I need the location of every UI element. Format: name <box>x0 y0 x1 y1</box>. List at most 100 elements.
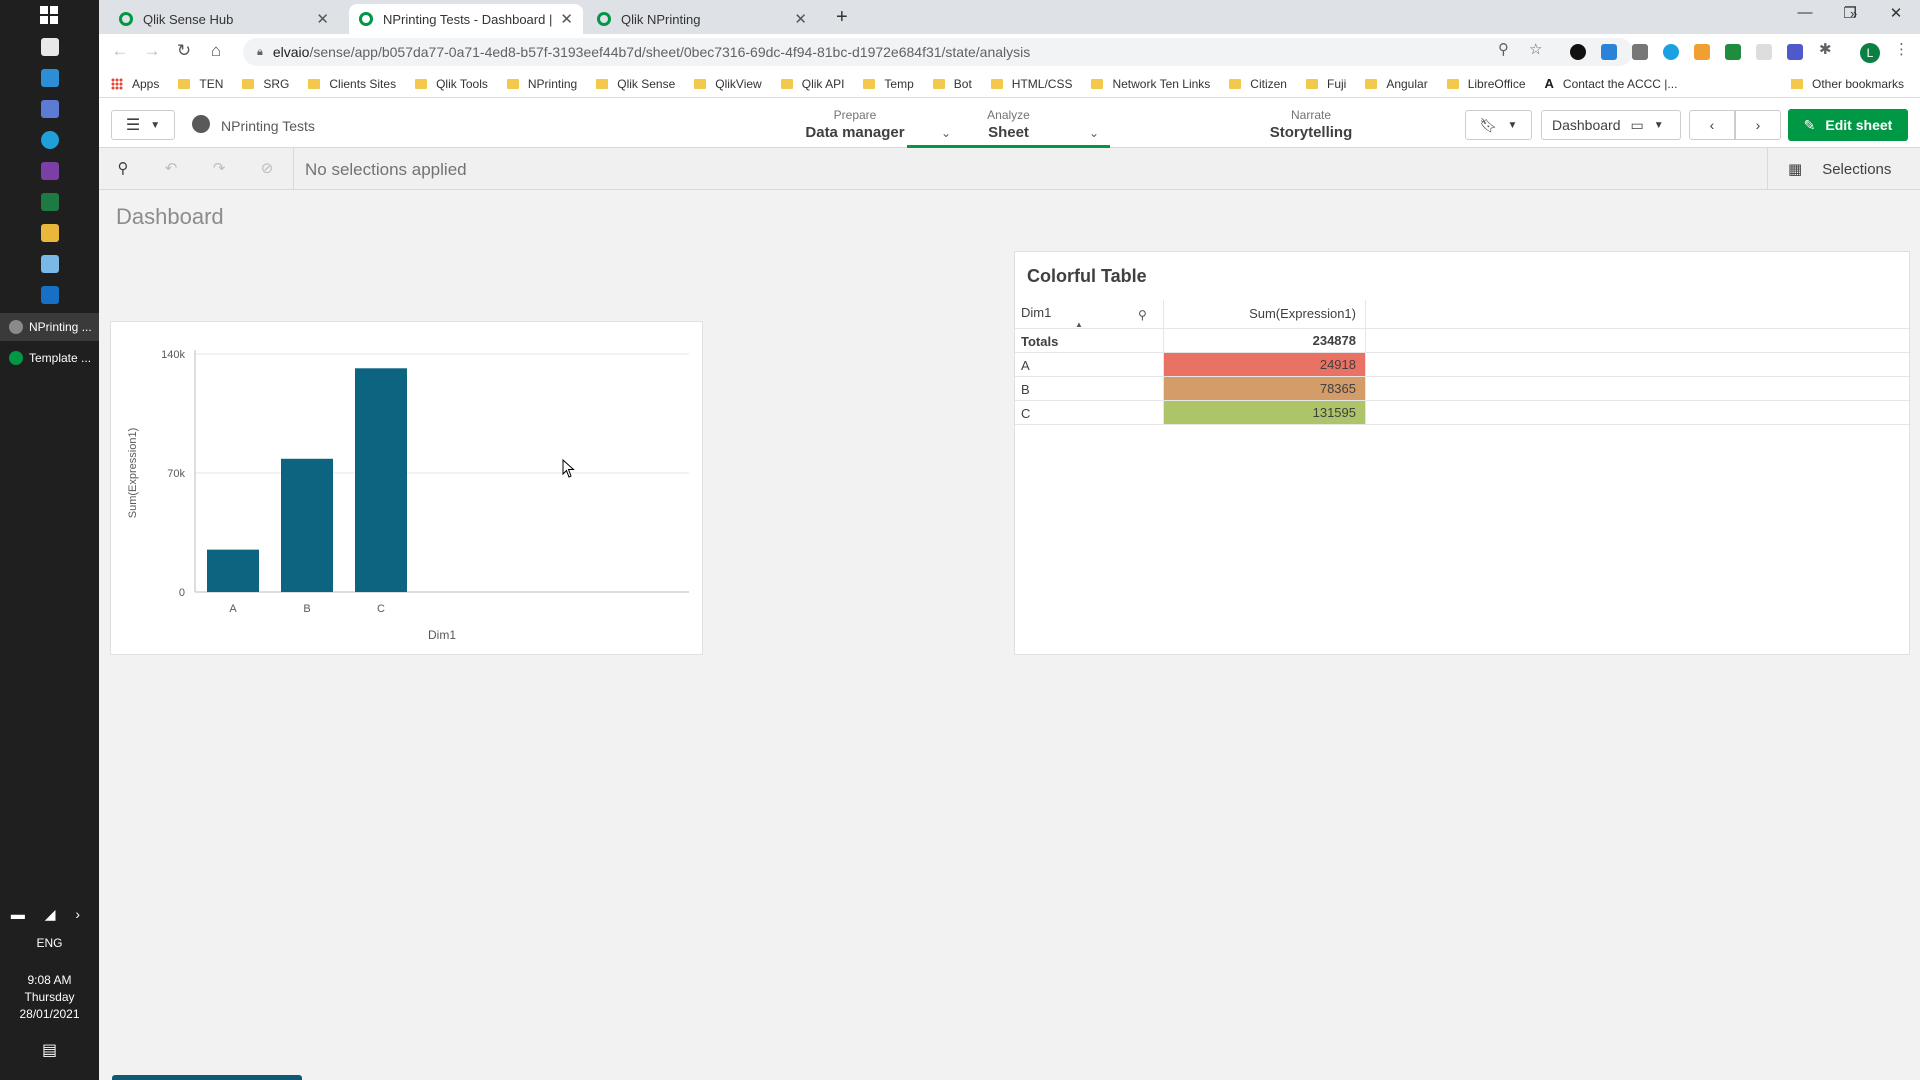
nav-narrate[interactable]: Narrate Storytelling <box>1211 108 1411 141</box>
bookmark-label: LibreOffice <box>1467 76 1526 91</box>
back-icon[interactable]: ← <box>108 41 132 61</box>
notepad-icon[interactable] <box>41 255 59 273</box>
extension-6-icon[interactable] <box>1756 44 1772 60</box>
address-bar[interactable]: 🔒︎ elvaio/sense/app/b057da77-0a71-4ed8-b… <box>243 38 1633 66</box>
file-explorer-icon[interactable] <box>41 224 59 242</box>
table-row[interactable]: A 24918 <box>1015 353 1911 377</box>
bookmark-folder[interactable]: Qlik Tools <box>415 77 488 91</box>
folder-icon <box>506 78 519 89</box>
bookmark-folder[interactable]: SRG <box>242 77 289 91</box>
previous-sheet-button[interactable]: ‹ <box>1689 110 1735 140</box>
extension-4-icon[interactable] <box>1663 44 1679 60</box>
selections-tool-button[interactable]: ▦ Selections <box>1767 148 1920 190</box>
bookmark-accc[interactable]: A Contact the ACCC |... <box>1545 76 1678 91</box>
app-icon <box>192 115 210 133</box>
bookmark-folder[interactable]: LibreOffice <box>1446 76 1526 91</box>
bar-A[interactable] <box>207 549 259 592</box>
extension-3-icon[interactable] <box>1632 44 1648 60</box>
tray-icons[interactable]: ▬ ◢ › <box>0 906 99 923</box>
teams-icon[interactable] <box>1787 44 1803 60</box>
x-tick-label[interactable]: C <box>377 603 385 615</box>
bookmark-folder[interactable]: Citizen <box>1229 77 1287 91</box>
x-tick-label[interactable]: B <box>303 603 310 615</box>
row-dimension[interactable]: B <box>1021 382 1030 397</box>
table-row[interactable]: C 131595 <box>1015 401 1911 425</box>
forward-icon[interactable]: → <box>140 41 164 61</box>
tab-qlik-nprinting[interactable]: Qlik NPrinting ✕ <box>587 4 817 34</box>
bookmark-folder[interactable]: NPrinting <box>506 77 577 91</box>
sheet-selector[interactable]: Dashboard ▭ ▼ <box>1541 110 1681 140</box>
row-dimension[interactable]: C <box>1021 406 1030 421</box>
extension-2-icon[interactable] <box>1601 44 1617 60</box>
bar-B[interactable] <box>281 458 333 592</box>
profile-avatar[interactable]: L <box>1860 43 1880 63</box>
rss-icon[interactable] <box>1694 44 1710 60</box>
bookmark-star-icon[interactable]: ☆ <box>1529 40 1542 58</box>
step-forward-icon[interactable]: ↷ <box>209 159 229 179</box>
extensions-puzzle-icon[interactable]: ✱ <box>1819 40 1832 58</box>
bar-C[interactable] <box>355 368 407 592</box>
windows-start-icon[interactable] <box>40 6 58 24</box>
other-bookmarks[interactable]: Other bookmarks <box>1791 77 1904 91</box>
colorful-table-panel[interactable]: Colorful Table Dim1 ▲ ⚲ Sum(Expression1)… <box>1014 251 1911 655</box>
bookmark-folder[interactable]: Fuji <box>1305 77 1346 91</box>
column-header-dim1[interactable]: Dim1 <box>1021 305 1051 320</box>
close-icon[interactable]: ✕ <box>794 10 807 28</box>
bookmark-apps[interactable]: Apps <box>111 77 159 91</box>
extension-1-icon[interactable] <box>1570 44 1586 60</box>
home-icon[interactable]: ⌂ <box>204 41 228 61</box>
x-tick-label[interactable]: A <box>229 603 237 615</box>
clock-time[interactable]: 9:08 AM <box>0 972 99 989</box>
global-menu-button[interactable]: ☰ ▼ <box>111 110 175 140</box>
folder-icon <box>1229 78 1242 89</box>
bookmark-folder[interactable]: QlikView <box>694 77 762 91</box>
close-window-icon[interactable]: ✕ <box>1881 4 1911 22</box>
bar-chart-panel[interactable]: 0 70k 140k A B C Dim1 Sum(Expression1) <box>110 321 703 655</box>
chrome-menu-icon[interactable]: ⋮ <box>1894 40 1909 58</box>
taskbar-app-template[interactable]: Template ... <box>0 344 99 372</box>
excel-icon[interactable] <box>41 193 59 211</box>
row-dimension[interactable]: A <box>1021 358 1030 373</box>
zoom-icon[interactable]: ⚲ <box>1498 40 1509 58</box>
reload-icon[interactable]: ↻ <box>172 41 196 61</box>
edit-sheet-button[interactable]: ✎ Edit sheet <box>1788 109 1908 141</box>
bookmark-folder[interactable]: Network Ten Links <box>1091 77 1210 91</box>
vscode-icon[interactable] <box>41 69 59 87</box>
remote-desktop-icon[interactable] <box>41 100 59 118</box>
new-tab-icon[interactable]: + <box>836 6 848 29</box>
taskbar-app-nprinting[interactable]: NPrinting ... <box>0 313 99 341</box>
search-icon[interactable]: ⚲ <box>1138 308 1147 322</box>
outlook-icon[interactable] <box>41 286 59 304</box>
bookmark-folder[interactable]: Angular <box>1365 77 1428 91</box>
notifications-icon[interactable]: ▤ <box>0 1042 99 1059</box>
column-header-sum[interactable]: Sum(Expression1) <box>1164 300 1365 323</box>
bookmark-folder[interactable]: Clients Sites <box>308 77 396 91</box>
edge-icon[interactable] <box>41 131 59 149</box>
tab-qlik-sense-hub[interactable]: Qlik Sense Hub ✕ <box>109 4 339 34</box>
bookmark-folder[interactable]: Qlik API <box>780 77 844 91</box>
bookmark-folder[interactable]: TEN <box>178 77 223 91</box>
clear-selections-icon[interactable]: ⊘ <box>257 159 277 179</box>
bookmark-folder[interactable]: Qlik Sense <box>596 77 675 91</box>
sheet-scroll-indicator[interactable] <box>112 1075 302 1080</box>
bookmarks-button[interactable]: 🔖︎ ▼ <box>1465 110 1532 140</box>
bookmark-label: TEN <box>199 76 224 91</box>
file-icon[interactable] <box>41 38 59 56</box>
smart-search-icon[interactable]: ⚲ <box>113 159 133 179</box>
table-row[interactable]: B 78365 <box>1015 377 1911 401</box>
bar-chart[interactable]: 0 70k 140k A B C Dim1 Sum(Expression1) <box>111 322 704 656</box>
bookmark-folder[interactable]: Bot <box>932 77 972 91</box>
extension-5-icon[interactable] <box>1725 44 1741 60</box>
step-back-icon[interactable]: ↶ <box>161 159 181 179</box>
close-icon[interactable]: ✕ <box>316 10 329 28</box>
bookmark-folder[interactable]: HTML/CSS <box>990 77 1072 91</box>
next-sheet-button[interactable]: › <box>1735 110 1781 140</box>
language-indicator[interactable]: ENG <box>0 935 99 952</box>
minimize-icon[interactable]: — <box>1790 4 1820 21</box>
bookmark-folder[interactable]: Temp <box>863 77 914 91</box>
tab-nprinting-tests[interactable]: NPrinting Tests - Dashboard | Sh ✕ <box>349 4 583 34</box>
onenote-icon[interactable] <box>41 162 59 180</box>
nav-analyze[interactable]: Analyze Sheet ⌄ <box>907 108 1110 141</box>
close-icon[interactable]: ✕ <box>560 10 573 28</box>
bookmarks-overflow-icon[interactable]: » <box>1850 6 1857 21</box>
